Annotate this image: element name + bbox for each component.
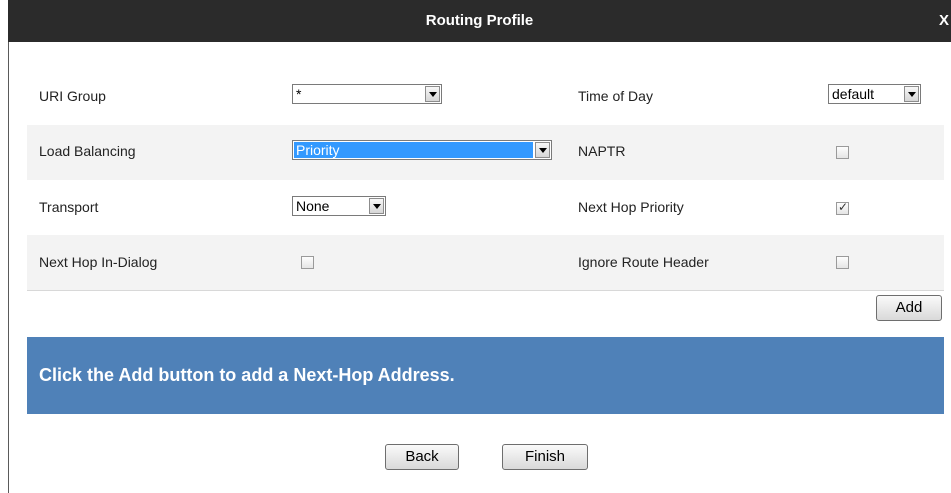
add-button[interactable]: Add <box>876 295 942 321</box>
dialog-titlebar: Routing Profile X <box>8 0 951 42</box>
form-row-load-balancing: Load Balancing Priority NAPTR <box>27 125 944 181</box>
next-hop-priority-checkbox[interactable] <box>836 200 849 215</box>
back-button[interactable]: Back <box>385 444 459 470</box>
transport-value: None <box>296 198 330 214</box>
next-hop-priority-label: Next Hop Priority <box>578 199 684 215</box>
chevron-down-icon[interactable] <box>904 86 919 102</box>
close-icon[interactable]: X <box>939 0 949 42</box>
ignore-route-header-checkbox[interactable] <box>836 256 849 269</box>
next-hop-in-dialog-label: Next Hop In-Dialog <box>39 254 158 270</box>
uri-group-label: URI Group <box>39 88 106 104</box>
banner-message: Click the Add button to add a Next-Hop A… <box>39 365 455 385</box>
form-row-transport: Transport None Next Hop Priority <box>27 180 944 236</box>
naptr-checkbox[interactable] <box>836 146 849 159</box>
routing-profile-form: URI Group * Time of Day default Load Bal… <box>27 70 944 291</box>
load-balancing-label: Load Balancing <box>39 143 136 159</box>
transport-label: Transport <box>39 199 99 215</box>
info-banner: Click the Add button to add a Next-Hop A… <box>27 337 944 414</box>
load-balancing-value: Priority <box>294 142 533 158</box>
time-of-day-value: default <box>832 86 875 102</box>
chevron-down-icon[interactable] <box>425 86 440 102</box>
form-row-uri-group: URI Group * Time of Day default <box>27 70 944 126</box>
form-row-next-hop-in-dialog: Next Hop In-Dialog Ignore Route Header <box>27 235 944 291</box>
ignore-route-header-label: Ignore Route Header <box>578 254 709 270</box>
dialog-title: Routing Profile <box>425 12 534 29</box>
uri-group-select[interactable]: * <box>292 84 442 104</box>
naptr-label: NAPTR <box>578 143 626 159</box>
load-balancing-select[interactable]: Priority <box>292 140 552 160</box>
chevron-down-icon[interactable] <box>369 198 384 214</box>
time-of-day-label: Time of Day <box>578 88 653 104</box>
transport-select[interactable]: None <box>292 196 386 216</box>
uri-group-value: * <box>296 86 302 102</box>
chevron-down-icon[interactable] <box>535 142 550 158</box>
time-of-day-select[interactable]: default <box>828 84 921 104</box>
finish-button[interactable]: Finish <box>502 444 588 470</box>
next-hop-in-dialog-checkbox[interactable] <box>301 256 314 269</box>
